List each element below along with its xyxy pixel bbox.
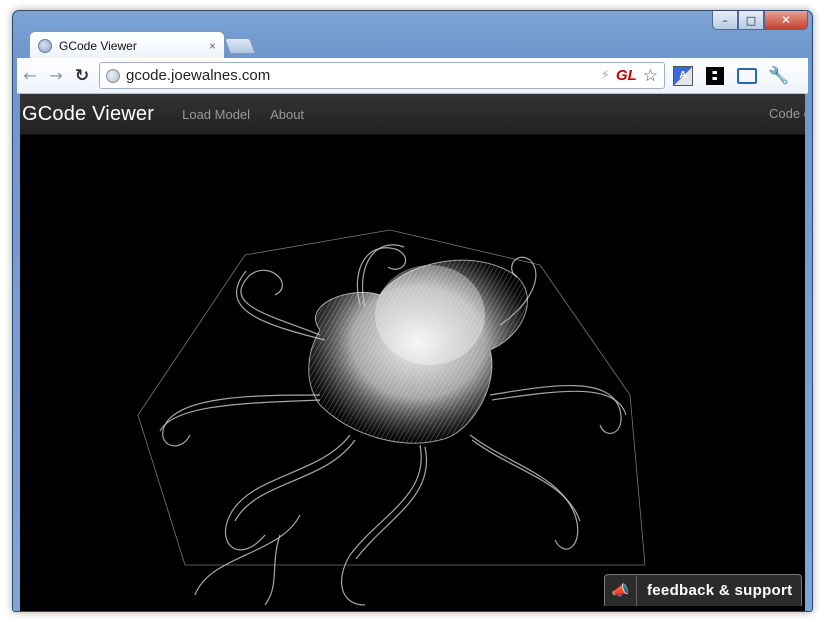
wrench-icon: 🔧 [768,65,790,86]
page-content: GCode Viewer Load Model About Code on [20,94,805,611]
star-icon[interactable]: ☆ [643,66,658,86]
qr-code-icon [706,66,724,85]
gcode-3d-viewer[interactable] [20,135,805,611]
gl-badge[interactable]: GL [616,67,637,84]
megaphone-icon: 📣 [605,575,637,606]
url-text[interactable]: gcode.joewalnes.com [126,67,601,84]
close-window-button[interactable]: ✕ [764,11,808,30]
forward-icon[interactable]: → [43,63,69,89]
back-icon[interactable]: ← [17,63,43,89]
globe-icon [106,68,120,83]
fullscreen-icon [737,67,757,84]
nav-code[interactable]: Code on [769,106,805,121]
feedback-widget[interactable]: 📣 feedback & support [604,574,802,606]
fullscreen-extension[interactable] [733,62,761,90]
globe-icon [38,38,52,53]
lightning-icon[interactable]: ⚡ [601,68,610,83]
tab-close-button[interactable]: × [209,39,216,53]
browser-toolbar: ← → ↻ gcode.joewalnes.com ⚡ GL ☆ A 🔧 [17,58,808,94]
address-bar[interactable]: gcode.joewalnes.com ⚡ GL ☆ [99,62,665,89]
minimize-button[interactable]: – [712,11,738,30]
translate-extension[interactable]: A [669,62,697,90]
brand-link[interactable]: GCode Viewer [22,103,154,126]
site-navbar: GCode Viewer Load Model About Code on [20,94,805,135]
reload-icon[interactable]: ↻ [69,63,95,89]
browser-window: – □ ✕ GCode Viewer × ← → ↻ gcode.joewaln… [12,10,813,612]
octopus-wireframe [137,229,646,606]
browser-tab[interactable]: GCode Viewer × [29,31,225,59]
tab-title: GCode Viewer [59,38,137,53]
nav-about[interactable]: About [270,107,304,122]
maximize-button[interactable]: □ [738,11,764,30]
translate-icon: A [673,65,693,86]
wrench-menu[interactable]: 🔧 [765,62,793,90]
window-controls: – □ ✕ [712,11,808,30]
new-tab-button[interactable] [224,38,256,54]
octopus-highlight [375,265,485,365]
qr-extension[interactable] [701,62,729,90]
feedback-label[interactable]: feedback & support [637,582,792,599]
nav-load-model[interactable]: Load Model [182,107,250,122]
